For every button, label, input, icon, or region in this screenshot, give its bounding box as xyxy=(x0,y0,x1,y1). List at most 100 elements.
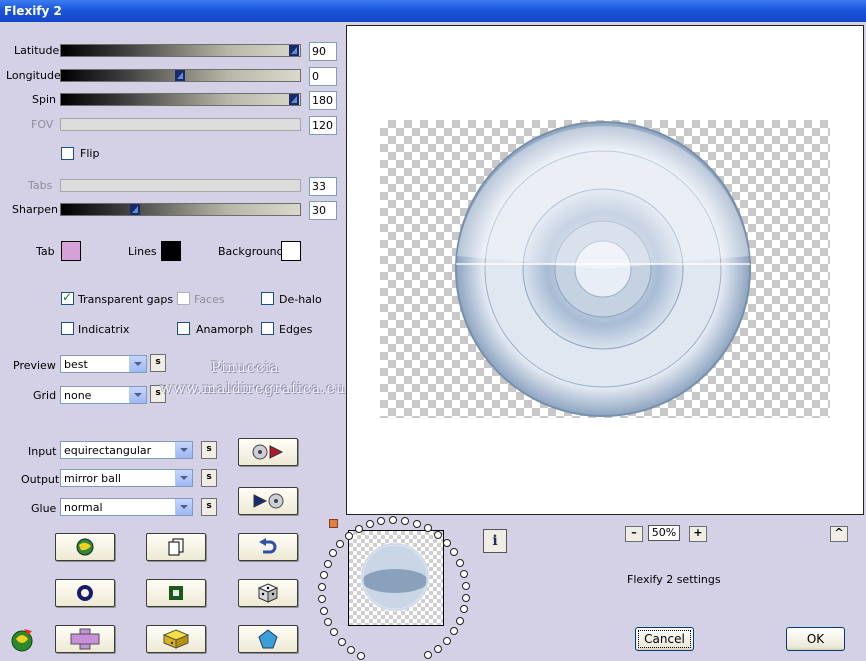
chevron-down-icon[interactable] xyxy=(175,499,192,515)
cross-button[interactable] xyxy=(55,625,115,653)
preview-quality-select[interactable]: best xyxy=(60,355,147,373)
chevron-down-icon[interactable] xyxy=(129,387,146,403)
frame-button[interactable] xyxy=(146,579,206,607)
indicatrix-checkbox[interactable] xyxy=(61,322,74,335)
navigator-dot[interactable] xyxy=(324,617,333,626)
latitude-label: Latitude xyxy=(14,44,60,57)
navigator-dot[interactable] xyxy=(459,605,468,614)
background-color-swatch[interactable] xyxy=(281,241,301,261)
navigator-dot[interactable] xyxy=(365,520,374,529)
grid-select[interactable]: none xyxy=(60,386,147,404)
input-select[interactable]: equirectangular xyxy=(60,441,193,459)
spin-slider-thumb[interactable] xyxy=(289,94,299,105)
anamorph-label: Anamorph xyxy=(196,323,254,336)
latitude-slider[interactable] xyxy=(60,44,301,57)
zoom-out-button[interactable]: – xyxy=(625,526,643,542)
navigator-dot[interactable] xyxy=(318,582,327,591)
navigator-dot[interactable] xyxy=(337,637,346,646)
preview-s-button[interactable]: s xyxy=(150,354,166,372)
lines-color-swatch[interactable] xyxy=(161,241,181,261)
latitude-slider-thumb[interactable] xyxy=(289,45,299,56)
cube-button[interactable] xyxy=(146,625,206,653)
flip-checkbox[interactable] xyxy=(61,147,74,160)
zoom-level: 50% xyxy=(648,525,680,541)
grid-label: Grid xyxy=(33,389,57,402)
longitude-slider[interactable] xyxy=(60,69,301,82)
navigator-dot[interactable] xyxy=(323,559,332,568)
navigator-dot[interactable] xyxy=(330,628,339,637)
navigator-dot[interactable] xyxy=(412,519,421,528)
flexify-logo-icon xyxy=(10,627,36,656)
play-output-button[interactable] xyxy=(238,487,298,515)
navigator-dot[interactable] xyxy=(443,636,452,645)
navigator-dot[interactable] xyxy=(319,571,328,580)
preview-quality-value: best xyxy=(64,358,88,371)
navigator-dot[interactable] xyxy=(442,538,451,547)
navigator-dot[interactable] xyxy=(450,627,459,636)
dice-button[interactable] xyxy=(238,579,298,607)
navigator-dot[interactable] xyxy=(461,593,470,602)
dice-icon xyxy=(258,583,278,603)
edges-checkbox[interactable] xyxy=(261,322,274,335)
randomize-button[interactable] xyxy=(55,533,115,561)
navigator-dot[interactable] xyxy=(336,539,345,548)
navigator-dot[interactable] xyxy=(329,549,338,558)
preview-canvas[interactable] xyxy=(346,25,864,515)
thumbnail-image xyxy=(360,542,430,612)
navigator-thumbnail[interactable] xyxy=(348,530,444,626)
navigator-dot[interactable] xyxy=(455,558,464,567)
tab-color-swatch[interactable] xyxy=(61,241,81,261)
navigator-dot[interactable] xyxy=(456,616,465,625)
chevron-down-icon[interactable] xyxy=(175,470,192,486)
cancel-button[interactable]: Cancel xyxy=(635,627,694,651)
ring-button[interactable] xyxy=(55,579,115,607)
spin-slider[interactable] xyxy=(60,93,301,106)
play-input-button[interactable] xyxy=(238,438,298,466)
de-halo-checkbox[interactable] xyxy=(261,292,274,305)
output-s-button[interactable]: s xyxy=(201,469,217,487)
ok-button[interactable]: OK xyxy=(786,627,845,651)
navigator-dot[interactable] xyxy=(389,516,398,524)
zoom-in-button[interactable]: + xyxy=(689,526,707,542)
navigator-handle[interactable] xyxy=(329,519,338,528)
longitude-value[interactable]: 0 xyxy=(309,67,337,86)
anamorph-checkbox[interactable] xyxy=(177,322,190,335)
undo-button[interactable] xyxy=(238,533,298,561)
navigator-dot[interactable] xyxy=(459,569,468,578)
navigator-dot[interactable] xyxy=(345,531,354,540)
glue-s-button[interactable]: s xyxy=(201,498,217,516)
navigator-dot[interactable] xyxy=(450,548,459,557)
navigator-dot[interactable] xyxy=(346,645,355,654)
fov-label: FOV xyxy=(31,118,54,131)
chevron-down-icon[interactable] xyxy=(175,442,192,458)
longitude-slider-thumb[interactable] xyxy=(175,70,185,81)
navigator-dot[interactable] xyxy=(320,606,329,615)
sharpen-value[interactable]: 30 xyxy=(309,201,337,220)
lines-color-label: Lines xyxy=(128,245,157,258)
navigator-dot[interactable] xyxy=(434,644,443,653)
pentagon-button[interactable] xyxy=(238,625,298,653)
chevron-down-icon[interactable] xyxy=(129,356,146,372)
copy-button[interactable] xyxy=(146,533,206,561)
glue-select[interactable]: normal xyxy=(60,498,193,516)
sharpen-label: Sharpen xyxy=(12,203,58,216)
sharpen-slider-thumb[interactable] xyxy=(130,204,140,215)
sharpen-slider[interactable] xyxy=(60,203,301,216)
tabs-label: Tabs xyxy=(28,179,53,192)
navigator-dot[interactable] xyxy=(433,530,442,539)
navigator-dot[interactable] xyxy=(461,581,470,590)
navigator-dot[interactable] xyxy=(318,594,327,603)
navigator-dot[interactable] xyxy=(424,651,433,660)
navigator-dot[interactable] xyxy=(356,651,365,660)
tabs-slider xyxy=(60,179,301,192)
transparent-gaps-checkbox[interactable] xyxy=(61,290,74,305)
navigator-dot[interactable] xyxy=(377,517,386,526)
navigator-dot[interactable] xyxy=(401,516,410,525)
latitude-value[interactable]: 90 xyxy=(309,42,337,61)
spin-value[interactable]: 180 xyxy=(309,91,337,110)
collapse-button[interactable]: ^ xyxy=(830,526,848,542)
info-button[interactable]: i xyxy=(483,529,507,553)
input-s-button[interactable]: s xyxy=(201,441,217,459)
output-select[interactable]: mirror ball xyxy=(60,469,193,487)
background-color-label: Background xyxy=(218,245,284,258)
